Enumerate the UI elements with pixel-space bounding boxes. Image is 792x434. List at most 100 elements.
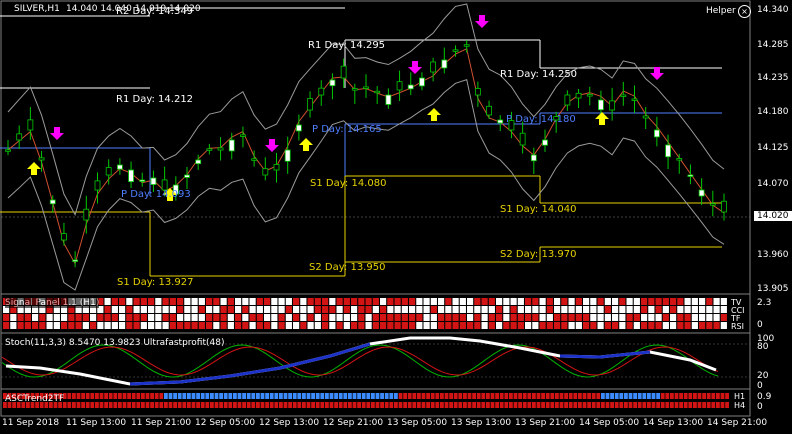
- signal-cell: [278, 298, 285, 305]
- candle-body: [631, 98, 638, 101]
- trend-h1-cell: [394, 393, 398, 399]
- signal-cell: [307, 314, 314, 321]
- signal-cell: [583, 298, 590, 305]
- trend-h4-cell: [472, 402, 476, 408]
- signal-cell: [133, 322, 140, 329]
- signal-cell: [409, 314, 416, 321]
- trend-h1-cell: [389, 393, 394, 399]
- trend-h4-cell: [596, 402, 601, 408]
- signal-cell: [706, 306, 713, 313]
- trend-h4-cell: [334, 402, 338, 408]
- signal-cell: [24, 314, 31, 321]
- signal-cell: [322, 298, 329, 305]
- signal-cell: [619, 306, 626, 313]
- close-icon[interactable]: ×: [738, 5, 751, 18]
- signal-cell: [641, 298, 648, 305]
- signal-cell: [227, 322, 234, 329]
- signal-cell: [387, 322, 394, 329]
- signal-cell: [554, 314, 561, 321]
- signal-cell: [249, 306, 256, 313]
- candle-body: [105, 167, 112, 176]
- candle-body: [150, 177, 157, 185]
- trend-h1-cell: [113, 393, 118, 399]
- pivot-p-c: P Day: 14.180: [506, 114, 576, 125]
- signal-cell: [438, 306, 445, 313]
- panel2-scale: 80: [757, 342, 769, 352]
- candle-body: [128, 169, 134, 183]
- signal-cell: [336, 298, 343, 305]
- trend-h4-cell: [683, 402, 688, 408]
- buy-arrow-icon: [27, 162, 41, 175]
- trend-h4-cell: [214, 402, 219, 408]
- trend-h1-cell: [642, 393, 647, 399]
- pivot-p-b: P Day: 14.165: [312, 124, 382, 135]
- trend-h1-cell: [509, 393, 513, 399]
- signal-cell: [459, 314, 466, 321]
- trend-h1-cell: [527, 393, 532, 399]
- signal-cell: [314, 322, 321, 329]
- trend-h1-cell: [159, 393, 164, 399]
- signal-cell: [713, 298, 720, 305]
- signal-cell: [24, 322, 31, 329]
- signal-cell: [148, 322, 155, 329]
- chart-canvas[interactable]: [0, 0, 792, 434]
- trend-h1-cell: [154, 393, 159, 399]
- trend-h1-cell: [472, 393, 476, 399]
- signal-cell: [198, 306, 205, 313]
- trend-h4-cell: [430, 402, 435, 408]
- candle-body: [407, 84, 414, 90]
- signal-cell: [97, 322, 104, 329]
- trend-h4-cell: [113, 402, 118, 408]
- signal-cell: [10, 314, 17, 321]
- signal-cell: [662, 298, 669, 305]
- signal-cell: [496, 322, 503, 329]
- current-price-badge: 14.020: [754, 211, 792, 221]
- trend-h1-cell: [338, 393, 343, 399]
- signal-cell: [619, 322, 626, 329]
- trend-h1-cell: [357, 393, 361, 399]
- signal-cell: [416, 306, 423, 313]
- sell-arrow-icon: [50, 127, 64, 140]
- trend-h1-cell: [522, 393, 527, 399]
- trend-h4-cell: [665, 402, 670, 408]
- signal-cell: [17, 314, 24, 321]
- trend-h4-cell: [205, 402, 210, 408]
- signal-cell: [699, 306, 706, 313]
- trend-h4-cell: [449, 402, 453, 408]
- trend-h1-cell: [683, 393, 688, 399]
- signal-cell: [264, 306, 271, 313]
- trend-h4-cell: [233, 402, 237, 408]
- trend-h4-cell: [306, 402, 311, 408]
- trend-h4-cell: [265, 402, 269, 408]
- trend-h4-cell: [99, 402, 104, 408]
- signal-cell: [256, 306, 263, 313]
- signal-cell: [372, 306, 379, 313]
- trend-h4-cell: [421, 402, 426, 408]
- signal-cell: [452, 322, 459, 329]
- signal-cell: [597, 322, 604, 329]
- candle-body: [262, 168, 269, 176]
- trend-h1-cell: [292, 393, 297, 399]
- signal-cell: [561, 306, 568, 313]
- trend-h1-cell: [81, 393, 85, 399]
- trend-h1-cell: [246, 393, 251, 399]
- signal-cell: [343, 322, 350, 329]
- signal-cell: [140, 314, 147, 321]
- signal-cell: [612, 306, 619, 313]
- signal-cell: [307, 298, 314, 305]
- pivot-p-a: P Day: 14.093: [121, 189, 191, 200]
- price-label: 13.960: [757, 250, 789, 260]
- price-label: 14.125: [757, 143, 789, 153]
- signal-cell: [597, 306, 604, 313]
- price-label: 14.070: [757, 179, 789, 189]
- trend-h4-cell: [490, 402, 495, 408]
- trend-h1-cell: [237, 393, 242, 399]
- trend-h4-cell: [389, 402, 394, 408]
- trend-h1-cell: [76, 393, 81, 399]
- pivot-s2-b: S2 Day: 13.950: [309, 262, 386, 273]
- helper-label[interactable]: Helper: [706, 6, 736, 16]
- trend-h1-cell: [251, 393, 256, 399]
- signal-cell: [104, 306, 111, 313]
- trend-h4-cell: [513, 402, 518, 408]
- candle-body: [240, 134, 246, 137]
